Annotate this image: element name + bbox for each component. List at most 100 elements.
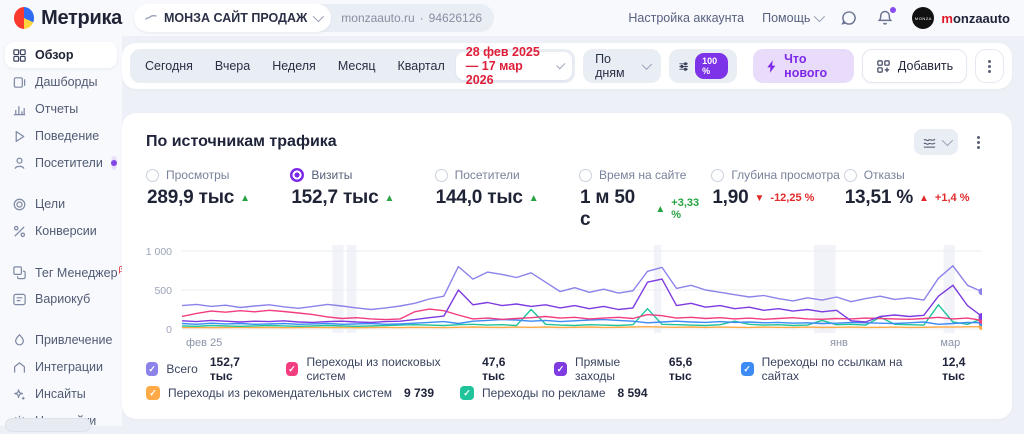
granularity-select[interactable]: По дням — [583, 49, 661, 83]
top-header: Метрика МОНЗА САЙТ ПРОДАЖ monzaauto.ru ·… — [0, 0, 1024, 36]
range-week-button[interactable]: Неделя — [261, 59, 327, 73]
trend-chart[interactable]: 05001 000 фев 25янвмар — [146, 245, 988, 351]
date-range-picker[interactable]: 28 фев 2025 — 17 мар 2026 — [456, 52, 572, 80]
conversions-percent-icon — [12, 224, 27, 239]
range-today-button[interactable]: Сегодня — [134, 59, 204, 73]
metric-tab-bounces[interactable]: Отказы 13,51 %▲+1,4 % — [844, 168, 988, 231]
reports-barchart-icon — [12, 102, 27, 117]
range-month-button[interactable]: Месяц — [327, 59, 387, 73]
trend-arrow: ▲ — [529, 193, 539, 204]
metrica-logo[interactable]: Метрика — [14, 7, 122, 30]
sidebar-item-integrations[interactable]: Интеграции — [5, 354, 117, 380]
range-yesterday-button[interactable]: Вчера — [204, 59, 261, 73]
metric-tabs: Просмотры 289,9 тыс▲ Визиты 152,7 тыс▲ П… — [146, 168, 988, 231]
legend-label: Переходы из рекомендательных систем — [168, 386, 392, 400]
sidebar-item-goals[interactable]: Цели — [5, 191, 117, 217]
dashboards-icon — [12, 75, 27, 90]
add-widget-icon — [876, 59, 891, 74]
toolbar-more-button[interactable] — [975, 49, 1004, 83]
range-quarter-button[interactable]: Квартал — [387, 59, 456, 73]
metrica-logo-icon — [14, 7, 34, 29]
x-tick-label: мар — [940, 337, 960, 349]
lightning-icon — [766, 59, 777, 74]
radio-icon[interactable] — [711, 169, 724, 182]
chevron-down-icon — [814, 11, 825, 22]
add-widget-button[interactable]: Добавить — [862, 49, 967, 83]
chat-icon[interactable] — [840, 9, 858, 27]
sidebar-item-label: Инсайты — [35, 387, 86, 401]
main-content: Сегодня Вчера Неделя Месяц Квартал 28 фе… — [122, 36, 1012, 419]
sidebar-item-label: Обзор — [35, 48, 73, 62]
card-more-button[interactable] — [968, 141, 988, 144]
radio-icon[interactable] — [579, 169, 592, 182]
checkbox-icon[interactable]: ✓ — [741, 362, 754, 376]
help-menu[interactable]: Помощь — [762, 11, 822, 25]
sidebar-item-overview[interactable]: Обзор — [5, 42, 117, 68]
tag-manager-icon — [12, 265, 27, 280]
radio-icon[interactable] — [146, 169, 159, 182]
checkbox-icon[interactable]: ✓ — [146, 386, 160, 400]
metric-label: Время на сайте — [599, 168, 686, 182]
metric-label: Визиты — [311, 168, 352, 182]
trend-arrow: ▲ — [919, 193, 929, 204]
checkbox-icon[interactable]: ✓ — [286, 362, 299, 376]
notifications-bell-icon[interactable] — [876, 9, 894, 27]
legend-item-direct[interactable]: ✓ Прямые заходы 65,6 тыс — [554, 355, 715, 383]
project-selector[interactable]: МОНЗА САЙТ ПРОДАЖ — [134, 4, 331, 32]
legend-label: Переходы из поисковых систем — [306, 355, 470, 383]
notification-dot — [890, 7, 896, 13]
trend-arrow: ▲ — [240, 193, 250, 204]
sidebar-item-variocube[interactable]: Вариокуб — [5, 286, 117, 312]
legend-item-search[interactable]: ✓ Переходы из поисковых систем 47,6 тыс — [286, 355, 529, 383]
trend-arrow: ▲ — [384, 193, 394, 204]
radio-icon[interactable] — [844, 169, 857, 182]
whats-new-button[interactable]: Что нового — [753, 49, 854, 83]
counter-id: 94626126 — [429, 11, 482, 25]
metric-value: 289,9 тыс — [147, 187, 234, 209]
chevron-down-icon — [557, 60, 566, 69]
radio-icon[interactable] — [435, 169, 448, 182]
account-settings-link[interactable]: Настройка аккаунта — [628, 11, 744, 25]
checkbox-icon[interactable]: ✓ — [554, 362, 567, 376]
sidebar-item-dashboards[interactable]: Дашборды — [5, 69, 117, 95]
goals-target-icon — [12, 197, 27, 212]
whats-new-label: Что нового — [784, 52, 841, 80]
sidebar-item-reports[interactable]: Отчеты — [5, 96, 117, 122]
trend-chart-svg[interactable] — [182, 245, 982, 333]
checkbox-icon[interactable]: ✓ — [460, 386, 474, 400]
sidebar-item-behavior[interactable]: Поведение — [5, 123, 117, 149]
sidebar-item-tag-manager[interactable]: Тег Менеджерβ — [5, 259, 117, 285]
metric-tab-visitors[interactable]: Посетители 144,0 тыс▲ — [435, 168, 579, 231]
chart-type-select[interactable] — [914, 129, 958, 155]
sidebar-bottom-widget[interactable] — [5, 418, 91, 432]
account-menu[interactable]: MONZA monzaauto — [912, 7, 1010, 29]
metric-tab-depth[interactable]: Глубина просмотра 1,90▼-12,25 % — [711, 168, 843, 231]
sampling-control[interactable]: 100 % — [669, 49, 738, 83]
counter-site[interactable]: monzaauto.ru — [341, 11, 414, 25]
legend-value: 47,6 тыс — [482, 355, 528, 383]
metric-tab-visits[interactable]: Визиты 152,7 тыс▲ — [290, 168, 434, 231]
sidebar-item-label: Поведение — [35, 129, 99, 143]
sidebar-item-conversions[interactable]: Конверсии — [5, 218, 117, 244]
sidebar-item-label: Отчеты — [35, 102, 78, 116]
radio-icon[interactable] — [290, 168, 304, 182]
legend-item-recommendations[interactable]: ✓Переходы из рекомендательных систем9 73… — [146, 386, 434, 400]
integrations-icon — [12, 360, 27, 375]
metric-delta: +3,33 % — [671, 197, 711, 221]
legend-item-site-links[interactable]: ✓Переходы по ссылкам на сайтах12,4 тыс — [741, 355, 988, 383]
sidebar-item-insights[interactable]: Инсайты — [5, 381, 117, 407]
checkbox-icon[interactable]: ✓ — [146, 362, 158, 376]
sidebar-item-visitors[interactable]: Посетители — [5, 150, 117, 176]
chevron-down-icon — [313, 11, 324, 22]
trend-arrow: ▼ — [755, 193, 765, 204]
help-label: Помощь — [762, 11, 810, 25]
sparkle-icon — [12, 387, 27, 402]
legend-value: 65,6 тыс — [669, 355, 715, 383]
sidebar-item-acquisition[interactable]: Привлечение — [5, 327, 117, 353]
legend-label: Прямые заходы — [575, 355, 657, 383]
legend-item-ads[interactable]: ✓Переходы по рекламе8 594 — [460, 386, 648, 400]
metric-tab-pageviews[interactable]: Просмотры 289,9 тыс▲ — [146, 168, 290, 231]
metric-tab-time-on-site[interactable]: Время на сайте 1 м 50 с▲+3,33 % — [579, 168, 711, 231]
legend-item-total[interactable]: ✓Всего152,7 тыс — [146, 355, 260, 383]
metric-value: 144,0 тыс — [436, 187, 523, 209]
